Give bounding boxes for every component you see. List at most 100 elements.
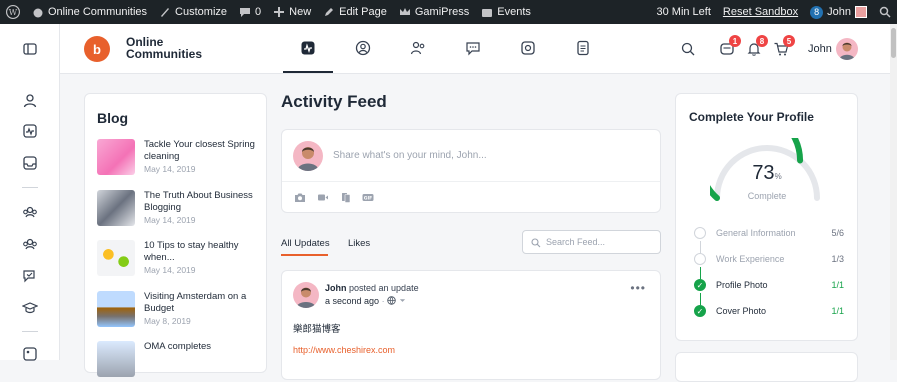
members-icon[interactable]	[22, 236, 38, 252]
activity-icon[interactable]	[22, 123, 38, 139]
active-nav-indicator	[283, 71, 333, 73]
blog-thumbnail	[97, 139, 135, 175]
profile-step[interactable]: Work Experience 1/3	[694, 253, 844, 267]
inbox-icon[interactable]	[22, 155, 38, 171]
camera-icon[interactable]	[294, 192, 306, 203]
profile-icon[interactable]	[22, 93, 38, 109]
step-label: Cover Photo	[716, 306, 767, 316]
svg-text:GIF: GIF	[364, 196, 372, 202]
events-label: Events	[497, 6, 531, 18]
progress-value: 73%	[676, 162, 858, 185]
user-menu[interactable]: 8 John	[804, 0, 873, 24]
site-title-line2: Communities	[126, 47, 203, 61]
blog-post-title: Tackle Your closest Spring cleaning	[144, 139, 255, 162]
avatar[interactable]	[836, 38, 858, 60]
notifications-button[interactable]: 8	[746, 35, 768, 57]
composer-input[interactable]: Share what's on your mind, John...	[333, 150, 487, 161]
profile-step[interactable]: ✓ Profile Photo 1/1	[694, 279, 844, 293]
comment-icon	[240, 8, 251, 17]
crown-icon	[399, 8, 410, 15]
search-icon[interactable]	[873, 0, 897, 24]
blog-post-date: May 8, 2019	[144, 316, 191, 326]
step-connector	[700, 293, 701, 305]
forums-icon[interactable]	[22, 268, 38, 284]
blog-post-title: OMA completes	[144, 341, 212, 352]
list-item[interactable]: OMA completes	[97, 341, 257, 381]
profile-step[interactable]: ✓ Cover Photo 1/1	[694, 305, 844, 319]
photos-nav-icon[interactable]	[520, 40, 536, 56]
tab-all-updates[interactable]: All Updates	[281, 238, 330, 249]
site-logo[interactable]: b	[84, 36, 110, 62]
progress-unit: %	[774, 172, 782, 181]
groups-icon[interactable]	[22, 204, 38, 220]
messages-button[interactable]: 1	[719, 35, 741, 57]
list-item[interactable]: The Truth About Business Blogging May 14…	[97, 190, 257, 230]
chevron-down-icon[interactable]	[399, 297, 406, 304]
friends-nav-icon[interactable]	[410, 40, 426, 56]
list-item[interactable]: Tackle Your closest Spring cleaning May …	[97, 139, 257, 179]
avatar[interactable]	[293, 282, 319, 308]
documents-nav-icon[interactable]	[575, 40, 591, 56]
blog-thumbnail	[97, 291, 135, 327]
blog-thumbnail	[97, 240, 135, 276]
customize-link[interactable]: Customize	[153, 0, 233, 24]
more-options-icon[interactable]: •••	[630, 281, 646, 295]
divider	[22, 331, 38, 332]
video-icon[interactable]	[317, 192, 329, 203]
tab-likes[interactable]: Likes	[348, 238, 370, 249]
document-icon[interactable]	[340, 192, 352, 203]
search-icon	[531, 238, 541, 248]
divider	[22, 187, 38, 188]
new-label: New	[289, 6, 312, 18]
new-content-link[interactable]: New	[267, 0, 317, 24]
svg-text:W: W	[9, 7, 18, 17]
page-scrollbar[interactable]	[890, 24, 897, 360]
check-icon: ✓	[694, 305, 706, 317]
blog-post-title: Visiting Amsterdam on a Budget	[144, 291, 247, 314]
step-count: 5/6	[831, 228, 844, 238]
forums-nav-icon[interactable]	[465, 40, 481, 56]
avatar	[855, 6, 867, 18]
list-item[interactable]: Visiting Amsterdam on a Budget May 8, 20…	[97, 291, 257, 331]
sidebar-toggle-icon[interactable]	[22, 41, 38, 57]
edit-page-link[interactable]: Edit Page	[317, 0, 393, 24]
comments-count: 0	[255, 6, 262, 18]
divider	[282, 181, 660, 182]
user-name: John	[827, 6, 851, 18]
cart-button[interactable]: 5	[773, 35, 795, 57]
post-author[interactable]: John	[325, 283, 347, 293]
step-connector	[700, 267, 701, 279]
gif-icon[interactable]: GIF	[362, 192, 374, 203]
site-title[interactable]: Online Communities	[126, 36, 202, 60]
activity-post: John posted an update a second ago · •••…	[281, 270, 661, 380]
site-name-link[interactable]: Online Communities	[26, 0, 153, 24]
search-icon[interactable]	[680, 41, 696, 57]
profile-nav-icon[interactable]	[355, 40, 371, 56]
plus-icon	[274, 7, 285, 17]
blog-post-title: The Truth About Business Blogging	[144, 190, 253, 213]
user-badge: 8	[810, 5, 824, 19]
progress-number: 73	[752, 162, 775, 184]
post-time[interactable]: a second ago	[325, 296, 379, 306]
blog-post-date: May 14, 2019	[144, 215, 196, 225]
site-name-label: Online Communities	[48, 6, 148, 18]
comments-link[interactable]: 0	[233, 0, 267, 24]
list-item[interactable]: 10 Tips to stay healthy when... May 14, …	[97, 240, 257, 280]
post-link[interactable]: http://www.cheshirex.com	[293, 345, 395, 355]
avatar	[293, 141, 323, 171]
search-feed-input[interactable]: Search Feed...	[522, 230, 661, 254]
profile-step[interactable]: General Information 5/6	[694, 227, 844, 241]
step-label: General Information	[716, 228, 796, 238]
header-user-name[interactable]: John	[808, 43, 832, 55]
activity-nav-icon[interactable]	[300, 40, 316, 56]
courses-icon[interactable]	[22, 300, 38, 316]
wordpress-logo-icon[interactable]: W	[0, 0, 26, 24]
globe-icon[interactable]	[387, 296, 396, 305]
reset-sandbox-link[interactable]: Reset Sandbox	[717, 0, 804, 24]
gamipress-link[interactable]: GamiPress	[393, 0, 475, 24]
admin-bar: W Online Communities Customize 0 New Edi…	[0, 0, 897, 24]
timer-text: 30 Min Left	[656, 6, 711, 18]
events-link[interactable]: Events	[475, 0, 537, 24]
scrollbar-thumb[interactable]	[891, 28, 896, 58]
progress-label: Complete	[747, 191, 787, 201]
